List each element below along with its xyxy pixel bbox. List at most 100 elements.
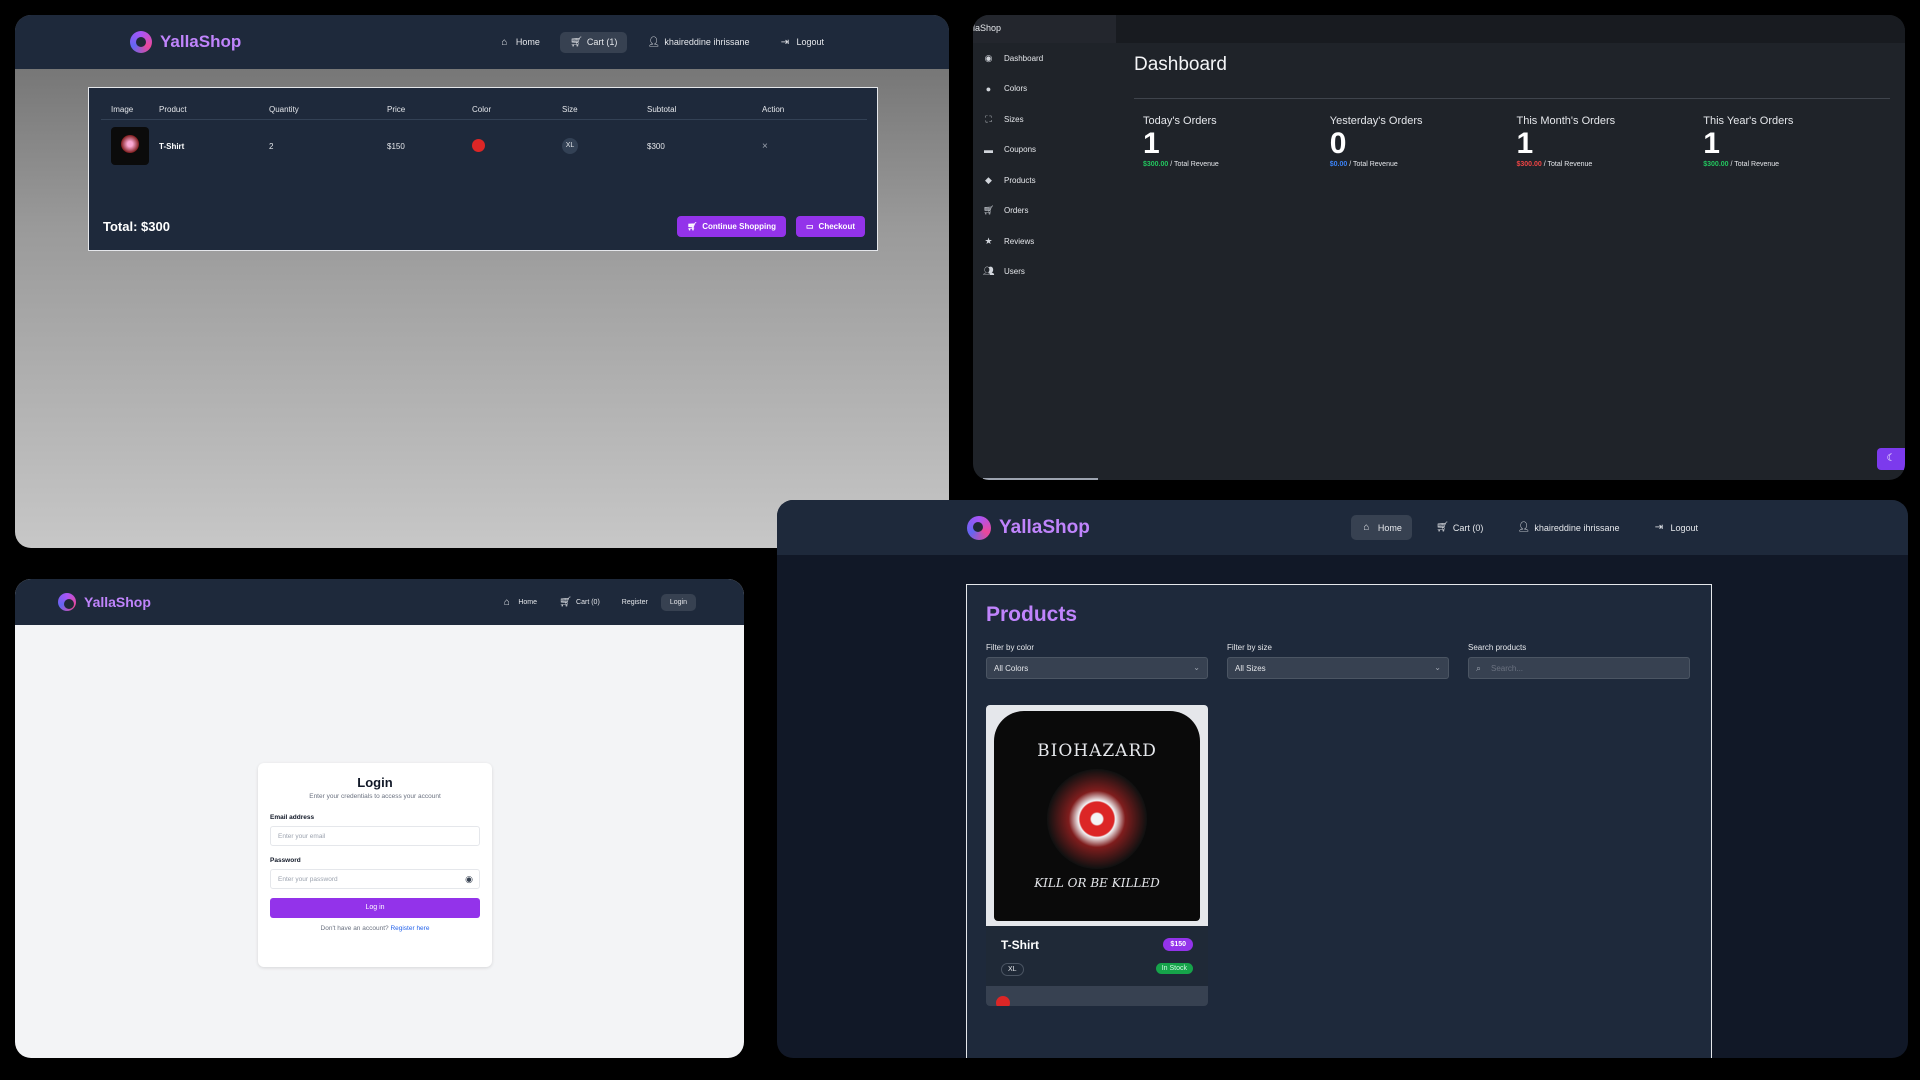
nav-login-label: Login xyxy=(669,598,687,606)
nav-home-label: Home xyxy=(1377,522,1402,533)
sidebar-item-colors[interactable]: ● Colors xyxy=(973,74,1116,105)
logo-icon xyxy=(58,593,76,611)
expand-icon: ⛶ xyxy=(985,113,992,124)
nav-logout-label: Logout xyxy=(1670,522,1698,533)
search-input[interactable]: ⌕ Search... xyxy=(1468,657,1690,679)
cart-table-header: Image Product Quantity Price Color Size … xyxy=(101,100,867,120)
sidebar-item-label: Coupons xyxy=(1004,145,1037,155)
dashboard-main: Dashboard Today's Orders 1 $300.00 / Tot… xyxy=(1134,43,1890,168)
sidebar-item-orders[interactable]: 🛒︎ Orders xyxy=(973,196,1116,227)
cart-icon: 🛒︎ xyxy=(983,205,995,216)
nav-user[interactable]: 👤︎ khaireddine ihrissane xyxy=(637,32,759,53)
nav-cart-label: Cart (1) xyxy=(586,37,618,47)
password-placeholder: Enter your password xyxy=(278,876,338,883)
col-price: Price xyxy=(387,105,406,114)
users-icon: 👥︎ xyxy=(983,266,995,277)
size-badge: XL xyxy=(562,138,578,154)
size-filter-label: Filter by size xyxy=(1227,643,1272,652)
stat-label: Yesterday's Orders xyxy=(1329,115,1423,127)
sidebar-item-sizes[interactable]: ⛶ Sizes xyxy=(973,104,1116,135)
size-filter-select[interactable]: All Sizes ⌄ xyxy=(1227,657,1449,679)
continue-shopping-button[interactable]: 🛒︎ Continue Shopping xyxy=(677,216,786,237)
sidebar-item-users[interactable]: 👥︎ Users xyxy=(973,257,1116,288)
email-field[interactable]: Enter your email xyxy=(270,826,480,846)
product-card[interactable]: BIOHAZARD KILL OR BE KILLED T-Shirt $150… xyxy=(986,705,1208,1006)
cart-icon: 🛒︎ xyxy=(687,222,698,231)
brand-logo[interactable]: YallaShop xyxy=(58,593,151,611)
nav-logout[interactable]: ⇥ Logout xyxy=(1643,515,1708,540)
color-swatch[interactable] xyxy=(996,996,1010,1006)
cart-icon: 🛒︎ xyxy=(559,596,572,608)
stat-value: 1 xyxy=(1143,127,1160,160)
stat-revenue: $300.00 / Total Revenue xyxy=(1143,161,1330,168)
nav-cart[interactable]: 🛒︎ Cart (1) xyxy=(559,31,628,53)
nav-register[interactable]: Register xyxy=(613,594,657,611)
main-nav: ⌂ Home 🛒︎ Cart (1) 👤︎ khaireddine ihrissane… xyxy=(489,31,834,53)
login-header: YallaShop ⌂ Home 🛒︎ Cart (0) Register Logi… xyxy=(15,579,744,625)
sidebar-item-label: Orders xyxy=(1004,206,1029,216)
nav-home[interactable]: ⌂ Home xyxy=(489,32,550,53)
dashboard-icon: ◉ xyxy=(984,52,993,63)
nav-home[interactable]: ⌂ Home xyxy=(1350,515,1412,540)
stat-yesterday: Yesterday's Orders 0 $0.00 / Total Reven… xyxy=(1330,115,1517,168)
nav-logout[interactable]: ⇥ Logout xyxy=(769,32,834,53)
nav-home[interactable]: ⌂ Home xyxy=(492,592,546,613)
stat-label: This Month's Orders xyxy=(1516,115,1616,127)
cell-price: $150 xyxy=(387,141,405,151)
password-label: Password xyxy=(270,857,301,864)
ticket-icon: ▬ xyxy=(984,144,993,155)
page-title: Dashboard xyxy=(1134,43,1890,99)
nav-register-label: Register xyxy=(621,598,648,606)
product-thumbnail xyxy=(111,127,149,165)
color-filter-value: All Colors xyxy=(994,664,1029,673)
dashboard-brand[interactable]: laShop xyxy=(973,15,1116,43)
register-link[interactable]: Register here xyxy=(390,925,429,932)
remove-item-button[interactable]: × xyxy=(762,141,822,152)
nav-login[interactable]: Login xyxy=(660,593,696,611)
moon-icon: ☾ xyxy=(1886,453,1896,464)
home-icon: ⌂ xyxy=(1363,522,1370,533)
sidebar-item-reviews[interactable]: ★ Reviews xyxy=(973,226,1116,257)
sidebar-item-dashboard[interactable]: ◉ Dashboard xyxy=(973,43,1116,74)
nav-user[interactable]: 👤︎ khaireddine ihrissane xyxy=(1507,515,1629,540)
login-button[interactable]: Log in xyxy=(270,898,480,918)
nav-cart[interactable]: 🛒︎ Cart (0) xyxy=(550,592,609,613)
stock-badge: In Stock xyxy=(1155,963,1193,974)
password-field[interactable]: Enter your password ◉ xyxy=(270,869,480,889)
brand-logo[interactable]: YallaShop xyxy=(967,515,1090,540)
stat-month: This Month's Orders 1 $300.00 / Total Re… xyxy=(1517,115,1704,168)
size-filter: Filter by size All Sizes ⌄ xyxy=(1227,643,1449,679)
size-tag: XL xyxy=(1001,963,1024,976)
sidebar-item-coupons[interactable]: ▬ Coupons xyxy=(973,135,1116,166)
col-image: Image xyxy=(111,105,134,114)
sidebar-item-label: Users xyxy=(1004,267,1025,277)
search-filter: Search products ⌕ Search... xyxy=(1468,643,1690,679)
home-icon: ⌂ xyxy=(501,36,508,48)
stat-year: This Year's Orders 1 $300.00 / Total Rev… xyxy=(1703,115,1890,168)
theme-toggle-button[interactable]: ☾ xyxy=(1877,448,1905,470)
brand-name: YallaShop xyxy=(84,594,151,610)
cart-window: YallaShop ⌂ Home 🛒︎ Cart (1) 👤︎ khaireddine… xyxy=(15,15,949,548)
stat-revenue-suffix: / Total Revenue xyxy=(1730,161,1780,168)
nav-home-label: Home xyxy=(515,37,540,47)
size-filter-value: All Sizes xyxy=(1235,664,1266,673)
star-icon: ★ xyxy=(984,235,993,246)
tag-icon: ◆ xyxy=(985,174,992,185)
sidebar-scrollbar[interactable] xyxy=(983,478,1098,480)
page-title: Products xyxy=(986,603,1078,626)
checkout-button[interactable]: ▭ Checkout xyxy=(795,216,865,237)
nav-cart[interactable]: 🛒︎ Cart (0) xyxy=(1426,515,1494,540)
email-placeholder: Enter your email xyxy=(278,833,326,840)
eye-icon[interactable]: ◉ xyxy=(465,874,473,885)
col-product: Product xyxy=(159,105,187,114)
nav-cart-label: Cart (0) xyxy=(576,598,600,606)
color-filter-select[interactable]: All Colors ⌄ xyxy=(986,657,1208,679)
cell-product: T-Shirt xyxy=(159,141,185,151)
brand-logo[interactable]: YallaShop xyxy=(130,31,241,53)
palette-icon: ● xyxy=(985,83,992,94)
color-filter: Filter by color All Colors ⌄ xyxy=(986,643,1208,679)
stat-revenue: $300.00 / Total Revenue xyxy=(1703,161,1890,168)
sidebar-item-products[interactable]: ◆ Products xyxy=(973,165,1116,196)
product-image[interactable]: BIOHAZARD KILL OR BE KILLED xyxy=(986,705,1208,926)
shirt-print-bottom: KILL OR BE KILLED xyxy=(1034,876,1160,890)
